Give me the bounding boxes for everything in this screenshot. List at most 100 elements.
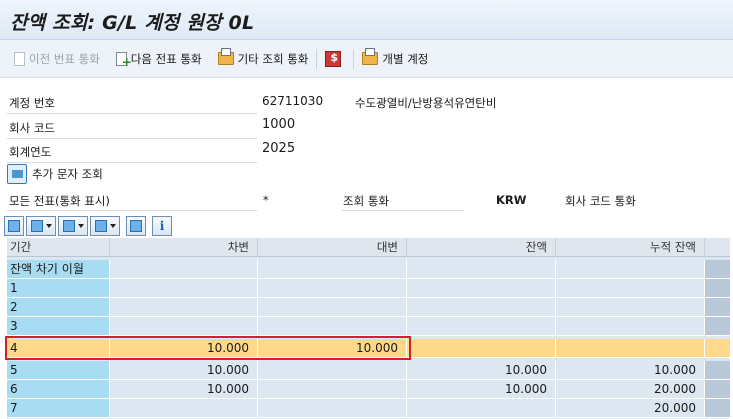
period-cell[interactable]: 6 — [7, 380, 110, 399]
next-document-label: 다음 전표 통화 — [130, 51, 202, 66]
row-filler — [705, 339, 730, 358]
credit-cell[interactable]: 10.000 — [258, 339, 407, 358]
table-row-highlighted[interactable]: 4 10.000 10.000 — [7, 339, 730, 358]
print-icon — [8, 220, 20, 232]
page-title: 잔액 조회: G/L 계정 원장 0L — [10, 12, 255, 34]
period-cell[interactable]: 2 — [7, 298, 110, 317]
debit-cell[interactable]: 10.000 — [110, 339, 258, 358]
additional-display-label: 추가 문자 조회 — [32, 167, 103, 181]
previous-document-button[interactable]: 이전 번표 통화 — [14, 51, 100, 67]
display-icon — [7, 164, 27, 184]
row-filler — [705, 317, 730, 336]
debit-cell[interactable] — [110, 399, 258, 418]
individual-account-label: 개별 계정 — [382, 51, 429, 66]
balance-cell[interactable] — [407, 399, 556, 418]
account-row: 계정 번호 62711030 수도광열비/난방용석유연탄비 — [0, 92, 733, 114]
debit-cell[interactable] — [110, 317, 258, 336]
account-description: 수도광열비/난방용석유연탄비 — [355, 96, 497, 110]
cumulative-cell[interactable] — [556, 260, 705, 279]
fiscal-year-row: 회계연도 2025 — [0, 140, 733, 163]
debit-cell[interactable] — [110, 260, 258, 279]
view-button[interactable] — [26, 216, 56, 236]
balance-cell[interactable] — [407, 339, 556, 358]
individual-account-button[interactable]: 개별 계정 — [362, 48, 429, 67]
column-header-balance[interactable]: 잔액 — [407, 238, 556, 257]
table-row[interactable]: 잔액 차기 이월 — [7, 260, 730, 279]
credit-cell[interactable] — [258, 399, 407, 418]
next-document-button[interactable]: 다음 전표 통화 — [115, 51, 202, 69]
table-row[interactable]: 5 10.000 10.000 10.000 — [7, 361, 730, 380]
folder-icon — [362, 48, 379, 65]
field-underline — [7, 113, 257, 114]
debit-cell[interactable]: 10.000 — [110, 380, 258, 399]
info-icon: i — [159, 219, 165, 233]
cumulative-cell[interactable] — [556, 298, 705, 317]
additional-display-button[interactable]: 추가 문자 조회 — [7, 164, 103, 184]
period-cell[interactable]: 4 — [7, 339, 110, 358]
cumulative-cell[interactable]: 10.000 — [556, 361, 705, 380]
credit-cell[interactable] — [258, 317, 407, 336]
grid-toolbar: i — [4, 214, 174, 238]
balance-cell[interactable]: 10.000 — [407, 361, 556, 380]
export-icon — [62, 220, 75, 232]
table-row[interactable]: 6 10.000 10.000 20.000 — [7, 380, 730, 399]
view-icon — [30, 220, 43, 232]
column-header-credit[interactable]: 대변 — [258, 238, 407, 257]
debit-cell[interactable] — [110, 279, 258, 298]
cumulative-cell[interactable]: 20.000 — [556, 380, 705, 399]
balance-cell[interactable] — [407, 298, 556, 317]
credit-cell[interactable] — [258, 279, 407, 298]
graphic-button[interactable] — [126, 216, 146, 236]
other-currency-button[interactable]: 기타 조회 통화 — [217, 48, 309, 67]
table-row[interactable]: 2 — [7, 298, 730, 317]
table-row[interactable]: 3 — [7, 317, 730, 336]
company-row: 회사 코드 1000 — [0, 116, 733, 139]
credit-cell[interactable] — [258, 380, 407, 399]
credit-cell[interactable] — [258, 298, 407, 317]
period-cell[interactable]: 잔액 차기 이월 — [7, 260, 110, 279]
cumulative-cell[interactable]: 20.000 — [556, 399, 705, 418]
fiscal-year-value: 2025 — [262, 141, 296, 156]
row-filler — [705, 380, 730, 399]
account-value: 62711030 — [262, 94, 324, 108]
document-icon — [14, 51, 25, 66]
cumulative-cell[interactable] — [556, 317, 705, 336]
row-filler — [705, 361, 730, 380]
cumulative-cell[interactable] — [556, 279, 705, 298]
other-currency-label: 기타 조회 통화 — [237, 51, 309, 66]
period-cell[interactable]: 5 — [7, 361, 110, 380]
column-header-debit[interactable]: 차변 — [110, 238, 258, 257]
row-filler — [705, 260, 730, 279]
balance-cell[interactable] — [407, 260, 556, 279]
period-cell[interactable]: 1 — [7, 279, 110, 298]
period-cell[interactable]: 3 — [7, 317, 110, 336]
balance-cell[interactable] — [407, 317, 556, 336]
calculator-button[interactable] — [325, 50, 345, 67]
export-button[interactable] — [58, 216, 88, 236]
credit-cell[interactable] — [258, 361, 407, 380]
chart-icon — [130, 220, 142, 232]
column-header-cumulative[interactable]: 누적 잔액 — [556, 238, 705, 257]
company-currency-label: 회사 코드 통화 — [565, 194, 636, 208]
row-filler — [705, 298, 730, 317]
company-label: 회사 코드 — [9, 121, 55, 135]
debit-cell[interactable] — [110, 298, 258, 317]
balance-cell[interactable] — [407, 279, 556, 298]
period-cell[interactable]: 7 — [7, 399, 110, 418]
table-row[interactable]: 7 20.000 — [7, 399, 730, 418]
display-currency-value: KRW — [496, 193, 527, 207]
credit-cell[interactable] — [258, 260, 407, 279]
info-button[interactable]: i — [152, 216, 172, 236]
table-row[interactable]: 1 — [7, 279, 730, 298]
debit-cell[interactable]: 10.000 — [110, 361, 258, 380]
currency-info-row: 모든 전표(통화 표시) * 조회 통화 KRW 회사 코드 통화 — [0, 189, 733, 211]
print-button[interactable] — [4, 216, 24, 236]
column-header-period[interactable]: 기간 — [7, 238, 110, 257]
field-underline — [7, 210, 257, 211]
balance-cell[interactable]: 10.000 — [407, 380, 556, 399]
document-plus-icon — [115, 51, 132, 69]
cumulative-cell[interactable] — [556, 339, 705, 358]
folder-icon — [217, 48, 234, 65]
currency-calculator-icon — [325, 50, 342, 67]
layout-button[interactable] — [90, 216, 120, 236]
